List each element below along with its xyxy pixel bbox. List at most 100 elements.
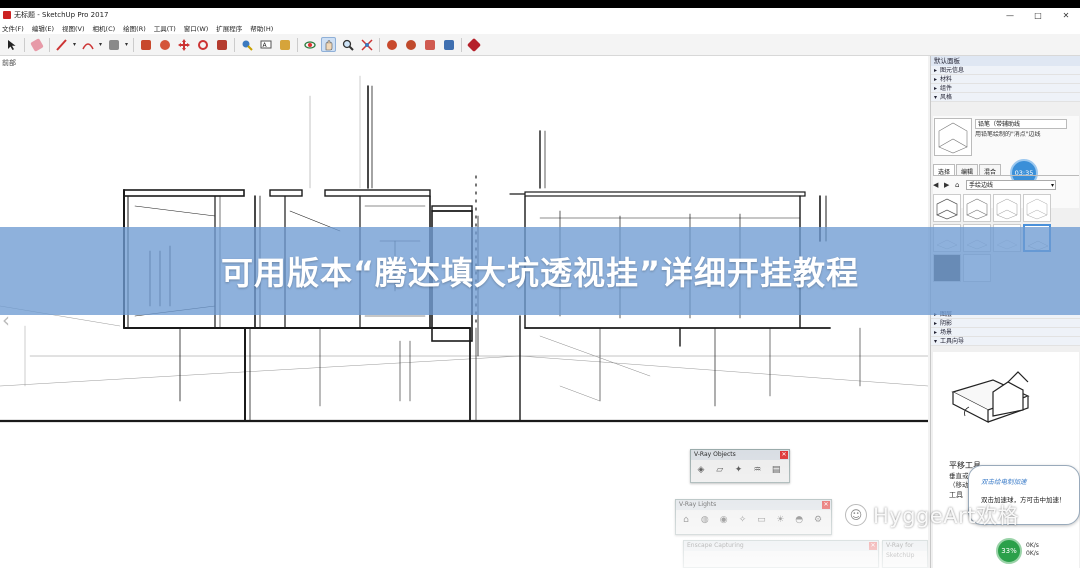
ies-light-icon[interactable]: ✧ [735,512,751,528]
toolbar-divider [24,37,25,52]
toolbar-divider [379,37,381,52]
wechat-logo-icon: ☺ [845,504,867,526]
sun-light-icon[interactable]: ☀ [772,512,788,528]
vray-lights-buttons: ⌂ ◍ ◉ ✧ ▭ ☀ ◓ ⚙ [676,510,831,530]
back-arrow-icon[interactable]: ◀ [933,181,941,189]
menu-file[interactable]: 文件(F) [2,23,24,33]
maximize-button[interactable]: □ [1024,8,1052,22]
text-tool-icon[interactable]: A [258,37,273,52]
main-toolbar: ▾ ▾ ▾ A [0,34,1080,56]
section-instructor[interactable]: 工具向导 [931,337,1080,346]
close-icon[interactable]: ✕ [822,501,830,509]
zoom-extents-icon[interactable] [359,37,374,52]
style-thumbnail[interactable] [1023,194,1051,222]
extension-manager-icon[interactable] [441,37,456,52]
menu-camera[interactable]: 相机(C) [93,23,116,33]
watermark: ☺ HyggeArt欢格 [845,503,1020,528]
toolbar-divider [133,37,135,52]
enscape-toolbar: Enscape Capturing ✕ [683,540,879,568]
home-icon[interactable]: ⌂ [955,181,963,189]
chevron-down-icon[interactable]: ▾ [125,41,128,48]
minimize-button[interactable]: — [996,8,1024,22]
vray-clipper-icon[interactable]: ▤ [768,462,784,478]
tape-measure-icon[interactable] [239,37,254,52]
tab-mix[interactable]: 混合 [979,164,1002,176]
ruby-console-icon[interactable] [466,37,481,52]
rect-light-icon[interactable]: ▭ [754,512,770,528]
menu-help[interactable]: 帮助(H) [250,23,273,33]
rotate-tool-icon[interactable] [195,37,210,52]
toolbar-divider [297,37,299,52]
forward-arrow-icon[interactable]: ▶ [944,181,952,189]
mesh-light-icon[interactable]: ⚙ [810,512,826,528]
enscape-title: Enscape Capturing [684,541,878,551]
eraser-tool-icon[interactable] [29,37,44,52]
vray-objects-buttons: ◈ ▱ ✦ ♒ ▤ [691,460,789,480]
vray-plane-icon[interactable]: ▱ [712,462,728,478]
vray-lights-toolbar: V-Ray Lights ✕ ⌂ ◍ ◉ ✧ ▭ ☀ ◓ ⚙ [675,499,832,535]
vray-mesh-icon[interactable]: ✦ [731,462,747,478]
tray-title: 默认面板 [931,56,1080,66]
menu-view[interactable]: 视图(V) [62,23,85,33]
vray-fur-icon[interactable]: ♒ [749,462,765,478]
bubble-headline: 双击绘电制加速 [981,478,1027,486]
menu-window[interactable]: 窗口(W) [184,23,209,33]
menu-bar: 文件(F) 编辑(E) 视图(V) 相机(C) 绘图(R) 工具(T) 窗口(W… [0,22,1080,34]
orbit-tool-icon[interactable] [302,37,317,52]
style-name-field[interactable]: 铅笔（带辅助线 [975,119,1067,129]
style-thumbnail[interactable] [993,194,1021,222]
chevron-down-icon[interactable]: ▾ [73,41,76,48]
section-materials[interactable]: 材料 [931,75,1080,84]
follow-me-tool-icon[interactable] [157,37,172,52]
title-bar: 无标题 - SketchUp Pro 2017 — □ ✕ [0,8,1080,22]
section-components[interactable]: 组件 [931,84,1080,93]
sketchup-logo-icon [3,11,11,19]
zoom-tool-icon[interactable] [340,37,355,52]
paint-bucket-icon[interactable] [277,37,292,52]
section-entity-info[interactable]: 图元信息 [931,66,1080,75]
vray-sketchup-title: V-Ray for SketchUp [883,541,927,559]
watermark-text: HyggeArt欢格 [873,504,1020,528]
shape-tool-icon[interactable] [106,37,121,52]
3d-warehouse-icon[interactable] [384,37,399,52]
select-tool-icon[interactable] [4,37,19,52]
arc-tool-icon[interactable] [80,37,95,52]
layout-send-icon[interactable] [422,37,437,52]
tab-edit[interactable]: 编辑 [956,164,979,176]
speed-percent-badge[interactable]: 33% [996,538,1022,564]
section-shadows[interactable]: 阴影 [931,319,1080,328]
style-description[interactable]: 用铅笔绘制的"消点"边线 [975,131,1067,155]
move-tool-icon[interactable] [176,37,191,52]
close-button[interactable]: ✕ [1052,8,1080,22]
style-library-select[interactable]: 手绘边线 [966,180,1056,190]
close-icon[interactable]: ✕ [780,451,788,459]
scale-tool-icon[interactable] [214,37,229,52]
section-styles[interactable]: 风格 [931,93,1080,102]
close-icon[interactable]: ✕ [869,542,877,550]
section-scenes[interactable]: 场景 [931,328,1080,337]
menu-draw[interactable]: 绘图(R) [123,23,146,33]
menu-edit[interactable]: 编辑(E) [32,23,54,33]
library-row: ◀ ▶ ⌂ 手绘边线 [933,179,1079,191]
menu-tools[interactable]: 工具(T) [154,23,176,33]
style-thumbnail[interactable] [933,194,961,222]
omni-light-icon[interactable]: ⌂ [678,512,694,528]
style-thumbnail[interactable] [963,194,991,222]
sphere-light-icon[interactable]: ◍ [697,512,713,528]
style-thumbnail [934,118,972,156]
vray-proxy-icon[interactable]: ◈ [693,462,709,478]
toolbar-divider [49,37,50,52]
chevron-down-icon[interactable]: ▾ [99,41,102,48]
styles-tabs: 选择 编辑 混合 [933,164,1079,176]
toolbar-divider [234,37,236,52]
extension-warehouse-icon[interactable] [403,37,418,52]
dome-light-icon[interactable]: ◓ [791,512,807,528]
line-tool-icon[interactable] [54,37,69,52]
menu-extensions[interactable]: 扩展程序 [216,23,242,33]
vray-objects-toolbar: V-Ray Objects ✕ ◈ ▱ ✦ ♒ ▤ [690,449,790,483]
tab-select[interactable]: 选择 [933,164,956,176]
spot-light-icon[interactable]: ◉ [716,512,732,528]
pan-tool-icon[interactable] [321,37,337,52]
push-pull-tool-icon[interactable] [138,37,153,52]
upload-speed: 0K/s [1026,542,1039,549]
